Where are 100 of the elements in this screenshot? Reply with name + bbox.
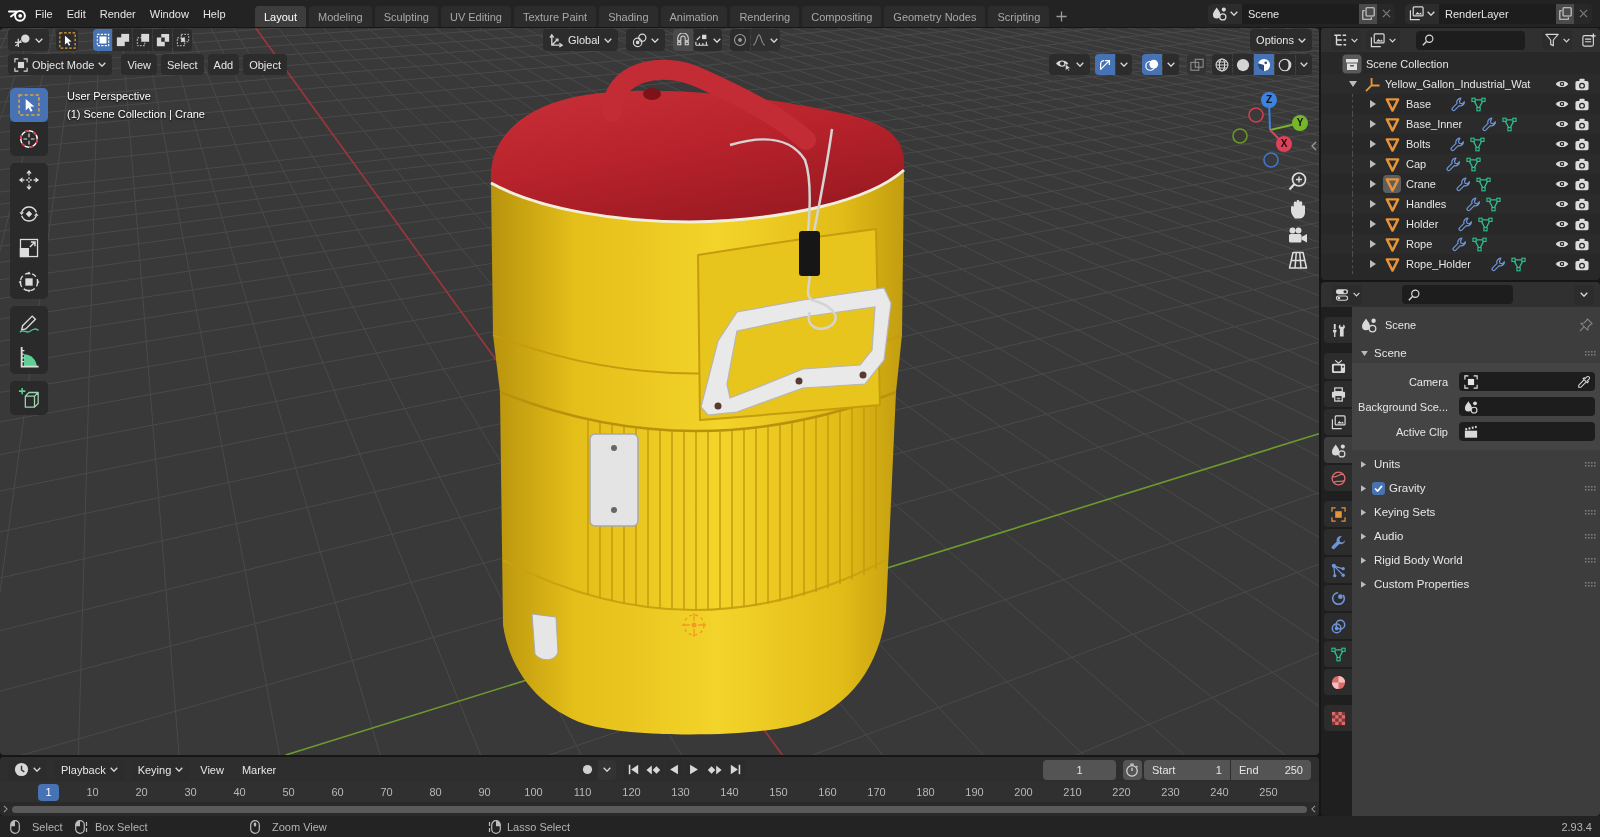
wrench-icon[interactable] xyxy=(1446,156,1462,172)
camera-icon[interactable] xyxy=(1575,137,1589,151)
xray-toggle[interactable] xyxy=(1187,54,1206,75)
proportional-editing-toggle[interactable] xyxy=(729,29,750,51)
eye-icon[interactable] xyxy=(1555,79,1569,89)
camera-icon[interactable] xyxy=(1575,157,1589,171)
vertex-triangle-icon[interactable] xyxy=(1478,216,1494,232)
inverted-triangle-icon[interactable] xyxy=(1383,95,1401,113)
disclosure-triangle-icon[interactable] xyxy=(1370,180,1376,188)
inverted-triangle-icon[interactable] xyxy=(1383,215,1401,233)
inverted-triangle-icon[interactable] xyxy=(1383,155,1401,173)
properties-tab[interactable] xyxy=(1324,641,1352,667)
eye-icon[interactable] xyxy=(1555,219,1569,229)
grid-icon[interactable] xyxy=(1288,251,1308,269)
selectability-dropdown[interactable] xyxy=(1049,54,1090,75)
workspace-tab[interactable]: Shading xyxy=(599,6,658,27)
wrench-icon[interactable] xyxy=(1490,256,1506,272)
disclosure-triangle-icon[interactable] xyxy=(1349,81,1357,87)
drag-handle-icon[interactable] xyxy=(1585,581,1596,587)
properties-tab[interactable] xyxy=(1324,669,1352,695)
selection-mode-button[interactable] xyxy=(173,29,192,51)
outliner-item-label[interactable]: Rope xyxy=(1406,238,1433,250)
falloff-dropdown[interactable] xyxy=(750,29,780,51)
overlays-toggle[interactable] xyxy=(1142,54,1162,75)
overlays-dropdown[interactable] xyxy=(1163,54,1179,75)
workspace-tab[interactable]: Scripting xyxy=(988,6,1050,27)
drag-handle-icon[interactable] xyxy=(1585,509,1596,515)
menu-item[interactable]: Help xyxy=(195,3,233,24)
vertex-triangle-icon[interactable] xyxy=(1502,116,1518,132)
eye-icon[interactable] xyxy=(1555,199,1569,209)
camera-icon[interactable] xyxy=(1575,197,1589,211)
panel-title[interactable]: Units xyxy=(1374,458,1401,470)
eye-icon[interactable] xyxy=(1555,259,1569,269)
eye-icon[interactable] xyxy=(1555,179,1569,189)
camera-icon[interactable] xyxy=(1575,237,1589,251)
disclosure-triangle-icon[interactable] xyxy=(1370,220,1376,228)
properties-tab[interactable] xyxy=(1324,557,1352,583)
tool-button[interactable] xyxy=(10,122,48,156)
keying-dropdown[interactable] xyxy=(597,759,616,780)
shading-mode-button[interactable] xyxy=(1233,54,1253,75)
panel-title[interactable]: Keying Sets xyxy=(1374,506,1436,518)
camera-icon[interactable] xyxy=(1575,77,1589,91)
disclosure-triangle-icon[interactable] xyxy=(1361,556,1366,564)
pivot-point-dropdown[interactable] xyxy=(625,29,665,51)
wrench-icon[interactable] xyxy=(1450,136,1466,152)
hand-icon[interactable] xyxy=(1289,199,1307,219)
scene-name-field[interactable]: Scene xyxy=(1242,3,1359,24)
panel-title[interactable]: Audio xyxy=(1374,530,1404,542)
inverted-triangle-icon[interactable] xyxy=(1383,235,1401,253)
properties-tab[interactable] xyxy=(1324,529,1352,555)
eye-icon[interactable] xyxy=(1555,239,1569,249)
menu-item[interactable]: Marker xyxy=(237,759,281,780)
selection-mode-button[interactable] xyxy=(113,29,132,51)
x-axis-handle[interactable]: X xyxy=(1269,129,1292,152)
disclosure-triangle-icon[interactable] xyxy=(1370,260,1376,268)
inverted-triangle-icon[interactable] xyxy=(1383,255,1401,273)
options-dropdown[interactable] xyxy=(1574,284,1594,305)
start-frame-field[interactable]: Start 1 xyxy=(1144,759,1230,780)
camera-icon[interactable] xyxy=(1575,217,1589,231)
wrench-icon[interactable] xyxy=(1466,196,1482,212)
disclosure-triangle-icon[interactable] xyxy=(1370,240,1376,248)
workspace-tab[interactable]: Texture Paint xyxy=(513,6,597,27)
properties-tab[interactable] xyxy=(1324,613,1352,639)
workspace-tab[interactable]: Animation xyxy=(660,6,728,27)
menu-button[interactable]: Add xyxy=(207,54,240,75)
properties-tab[interactable] xyxy=(1324,353,1352,379)
eye-icon[interactable] xyxy=(1555,139,1569,149)
editor-type-button[interactable] xyxy=(8,29,49,51)
outliner-item-label[interactable]: Cap xyxy=(1406,158,1427,170)
drag-handle-icon[interactable] xyxy=(1585,485,1596,491)
tool-button[interactable] xyxy=(10,163,48,197)
menu-button[interactable]: Select xyxy=(161,54,204,75)
camera-icon[interactable] xyxy=(1575,257,1589,271)
properties-tab[interactable] xyxy=(1324,381,1352,407)
shading-mode-button[interactable] xyxy=(1212,54,1232,75)
outliner-item-label[interactable]: Base_Inner xyxy=(1406,118,1463,130)
shading-mode-button[interactable] xyxy=(1254,54,1274,75)
display-mode-dropdown[interactable] xyxy=(1365,30,1400,50)
wrench-icon[interactable] xyxy=(1458,216,1474,232)
vertex-triangle-icon[interactable] xyxy=(1470,136,1486,152)
chevron-left-icon[interactable] xyxy=(1311,805,1316,813)
workspace-tab[interactable]: Compositing xyxy=(802,6,882,27)
movie-camera-icon[interactable] xyxy=(1288,227,1308,243)
checkbox[interactable] xyxy=(1372,481,1385,495)
wrench-icon[interactable] xyxy=(1482,116,1498,132)
data-field[interactable] xyxy=(1459,422,1595,441)
camera-icon[interactable] xyxy=(1575,97,1589,111)
properties-tab[interactable] xyxy=(1324,501,1352,527)
eyedropper-icon[interactable] xyxy=(1577,374,1591,389)
workspace-tab[interactable]: Sculpting xyxy=(374,6,438,27)
tool-button[interactable] xyxy=(10,340,48,374)
drag-handle-icon[interactable] xyxy=(1585,533,1596,539)
remove-view-layer-button[interactable] xyxy=(1574,3,1592,24)
y-axis-handle[interactable]: Y xyxy=(1269,115,1308,131)
menu-item[interactable]: Edit xyxy=(59,3,93,24)
menu-button[interactable]: View xyxy=(121,54,158,75)
tool-button[interactable] xyxy=(10,306,48,340)
workspace-tab[interactable]: Layout xyxy=(255,6,307,27)
camera-icon[interactable] xyxy=(1575,177,1589,191)
selection-mode-button[interactable] xyxy=(133,29,152,51)
